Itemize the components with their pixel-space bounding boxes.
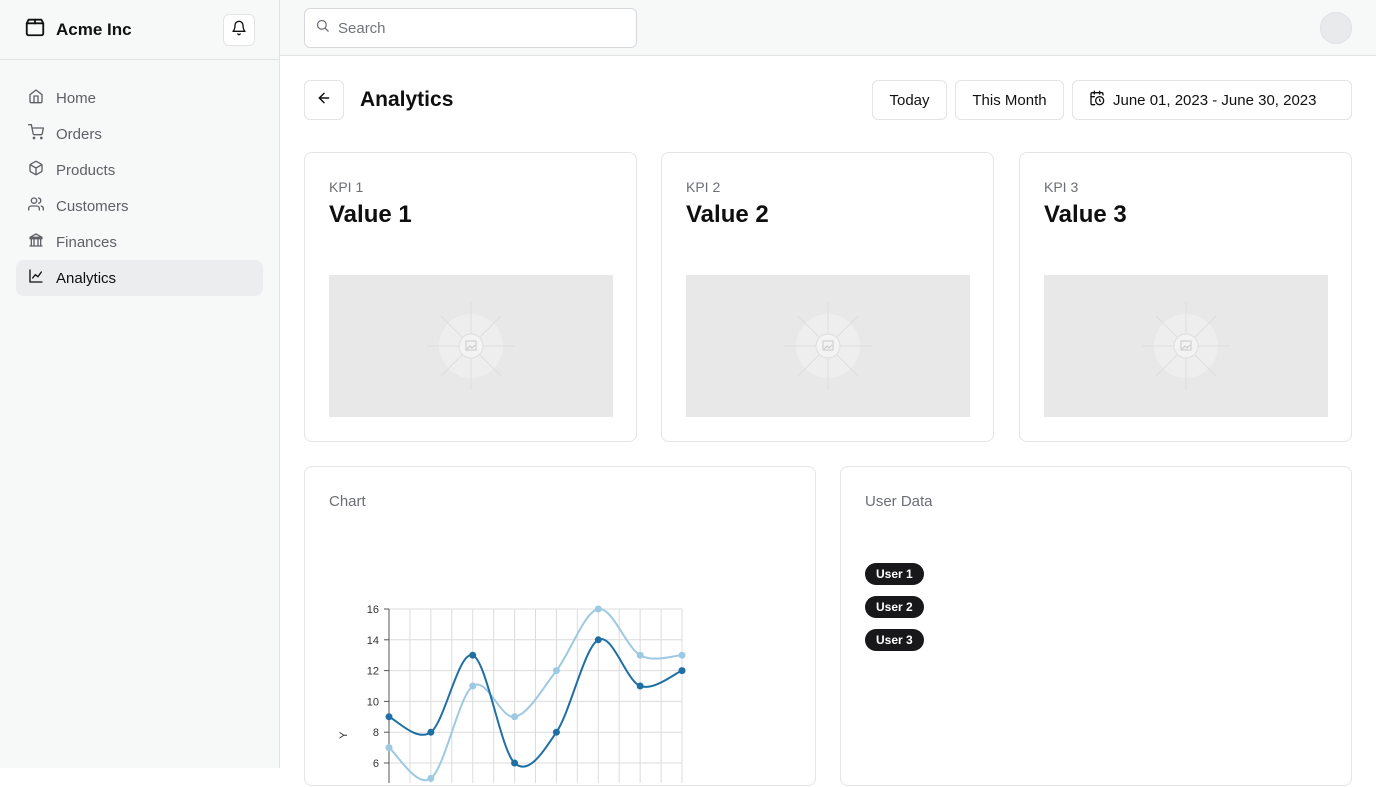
user-badge[interactable]: User 2 [865, 596, 924, 618]
kpi-value: Value 1 [329, 201, 412, 228]
data-point [594, 636, 602, 644]
kpi-card: KPI 3 Value 3 [1019, 152, 1352, 442]
sidebar-item-label: Orders [56, 125, 102, 143]
y-tick-label: 8 [373, 727, 379, 739]
data-point [552, 728, 560, 736]
data-point [636, 682, 644, 690]
today-button[interactable]: Today [872, 80, 947, 120]
image-placeholder [1044, 275, 1328, 417]
avatar[interactable] [1320, 12, 1352, 44]
topbar [280, 0, 1376, 56]
image-placeholder-icon [1142, 302, 1230, 390]
y-tick-label: 6 [373, 758, 379, 770]
kpi-card: KPI 2 Value 2 [661, 152, 994, 442]
kpi-label: KPI 2 [686, 179, 721, 195]
y-tick-label: 16 [367, 604, 379, 616]
kpi-label: KPI 3 [1044, 179, 1079, 195]
page-title: Analytics [360, 88, 454, 111]
image-placeholder [686, 275, 970, 417]
kpi-value: Value 3 [1044, 201, 1127, 228]
date-range-picker[interactable]: June 01, 2023 - June 30, 2023 [1072, 80, 1352, 120]
search-input[interactable] [338, 19, 618, 37]
brand[interactable]: Acme Inc [24, 16, 132, 43]
kpi-card: KPI 1 Value 1 [304, 152, 637, 442]
y-tick-label: 12 [367, 666, 379, 678]
bank-icon [28, 232, 44, 252]
image-placeholder [329, 275, 613, 417]
data-point [511, 759, 519, 767]
data-point [636, 651, 644, 659]
data-point [427, 774, 435, 782]
y-tick-label: 10 [367, 696, 379, 708]
sidebar: Acme Inc Home Orders Products Customers … [0, 0, 280, 768]
sidebar-item-label: Analytics [56, 269, 117, 287]
search-box[interactable] [304, 8, 637, 48]
home-icon [28, 88, 44, 108]
kpi-label: KPI 1 [329, 179, 364, 195]
sidebar-item-products[interactable]: Products [16, 152, 263, 188]
data-point [552, 667, 560, 675]
chart-card-title: Chart [329, 493, 366, 510]
sidebar-item-customers[interactable]: Customers [16, 188, 263, 224]
user-list: User 1 User 2 User 3 [865, 563, 924, 662]
shopping-cart-icon [28, 124, 44, 144]
chart-card: Chart Y 6 8 10 12 14 16 [304, 466, 816, 786]
users-icon [28, 196, 45, 216]
y-tick-label: 14 [367, 635, 379, 647]
user-badge[interactable]: User 1 [865, 563, 924, 585]
y-axis-label: Y [338, 731, 350, 739]
brand-name: Acme Inc [56, 19, 132, 39]
line-chart: Y 6 8 10 12 14 16 [338, 604, 686, 783]
arrow-left-icon [316, 90, 332, 111]
sidebar-item-label: Customers [56, 197, 129, 215]
date-range-text: June 01, 2023 - June 30, 2023 [1113, 91, 1317, 109]
sidebar-item-orders[interactable]: Orders [16, 116, 263, 152]
data-point [511, 713, 519, 721]
notifications-button[interactable] [223, 14, 255, 46]
box-icon [28, 160, 44, 180]
data-point [427, 728, 435, 736]
bell-icon [231, 20, 247, 41]
package-icon [24, 16, 46, 43]
this-month-button[interactable]: This Month [955, 80, 1064, 120]
calendar-clock-icon [1089, 90, 1105, 110]
sidebar-header: Acme Inc [0, 0, 279, 60]
image-placeholder-icon [784, 302, 872, 390]
data-point [678, 651, 686, 659]
main-content: Analytics Today This Month June 01, 2023… [280, 56, 1376, 786]
sidebar-item-label: Finances [56, 233, 117, 251]
sidebar-item-label: Products [56, 161, 116, 179]
data-point [469, 682, 477, 690]
data-point [678, 667, 686, 675]
user-badge[interactable]: User 3 [865, 629, 924, 651]
sidebar-item-home[interactable]: Home [16, 80, 263, 116]
data-point [594, 605, 602, 613]
search-icon [315, 18, 330, 38]
sidebar-item-analytics[interactable]: Analytics [16, 260, 263, 296]
data-point [385, 744, 393, 752]
user-data-card: User Data User 1 User 2 User 3 [840, 466, 1352, 786]
user-data-title: User Data [865, 493, 933, 510]
data-point [469, 651, 477, 659]
sidebar-nav: Home Orders Products Customers Finances … [0, 60, 279, 316]
sidebar-item-finances[interactable]: Finances [16, 224, 263, 260]
image-placeholder-icon [427, 302, 515, 390]
back-button[interactable] [304, 80, 344, 120]
data-point [385, 713, 393, 721]
sidebar-item-label: Home [56, 89, 97, 107]
line-chart-icon [28, 268, 44, 288]
kpi-value: Value 2 [686, 201, 769, 228]
